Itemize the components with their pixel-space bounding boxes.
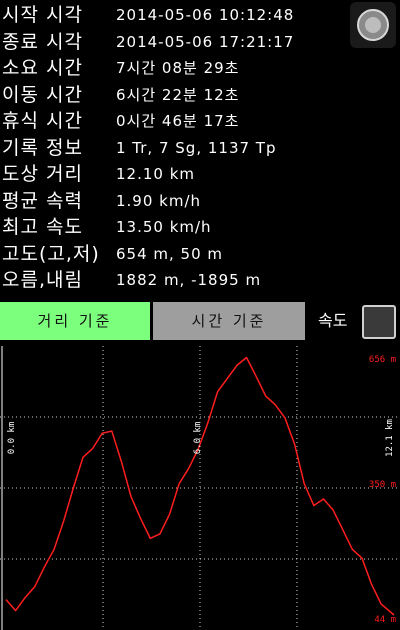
stat-row: 소요 시간 7시간 08분 29초 (0, 55, 340, 81)
stat-row: 최고 속도 13.50 km/h (0, 214, 340, 240)
stat-label: 휴식 시간 (2, 110, 83, 132)
stat-value: 0시간 46분 17초 (116, 112, 240, 130)
stat-label: 도상 거리 (2, 163, 83, 185)
stat-row: 시작 시각 2014-05-06 10:12:48 (0, 2, 340, 28)
speed-toggle-label: 속도 (318, 311, 348, 330)
stat-value: 1882 m, -1895 m (116, 271, 262, 289)
stat-value: 654 m, 50 m (116, 244, 224, 263)
stat-value: 1.90 km/h (116, 191, 202, 210)
stat-row: 휴식 시간 0시간 46분 17초 (0, 108, 340, 134)
tab-time-basis[interactable]: 시간 기준 (153, 302, 305, 340)
stat-value: 12.10 km (116, 165, 196, 183)
stat-value: 6시간 22분 12초 (116, 85, 240, 104)
y-tick-label: 350 m (369, 480, 396, 490)
stat-row: 기록 정보 1 Tr, 7 Sg, 1137 Tp (0, 135, 340, 161)
speed-checkbox[interactable] (362, 305, 396, 339)
stat-value: 2014-05-06 17:21:17 (116, 32, 295, 51)
stat-value: 2014-05-06 10:12:48 (116, 6, 295, 24)
stat-row: 고도(고,저) 654 m, 50 m (0, 241, 340, 267)
y-tick-label: 44 m (374, 615, 396, 625)
x-tick-label: 0.0 km (7, 422, 17, 455)
elevation-chart: 0.0 km 6.0 km 12.1 km 656 m 350 m 44 m (0, 346, 400, 630)
chart-mode-tabs: 거리 기준 시간 기준 속도 (0, 302, 400, 342)
stat-row: 오름,내림 1882 m, -1895 m (0, 267, 340, 293)
stat-value: 7시간 08분 29초 (116, 59, 240, 77)
stat-label: 시작 시각 (2, 4, 83, 26)
stat-row: 도상 거리 12.10 km (0, 161, 340, 187)
stat-value: 13.50 km/h (116, 218, 212, 236)
stat-label: 기록 정보 (2, 136, 83, 159)
stat-row: 평균 속력 1.90 km/h (0, 188, 340, 214)
stat-row: 이동 시간 6시간 22분 12초 (0, 82, 340, 108)
stat-label: 평균 속력 (2, 189, 83, 212)
stat-label: 소요 시간 (2, 57, 83, 79)
tab-distance-basis[interactable]: 거리 기준 (0, 302, 150, 340)
y-tick-label: 656 m (369, 355, 396, 365)
record-button[interactable] (350, 2, 396, 48)
stat-label: 이동 시간 (2, 83, 83, 106)
record-icon (357, 9, 389, 41)
stat-label: 오름,내림 (2, 269, 83, 291)
x-tick-label: 6.0 km (193, 422, 203, 455)
stat-label: 최고 속도 (2, 216, 83, 238)
stat-row: 종료 시각 2014-05-06 17:21:17 (0, 29, 340, 55)
stat-label: 고도(고,저) (2, 242, 100, 265)
x-tick-label: 12.1 km (385, 419, 395, 457)
stat-value: 1 Tr, 7 Sg, 1137 Tp (116, 138, 277, 157)
stat-label: 종료 시각 (2, 30, 83, 53)
